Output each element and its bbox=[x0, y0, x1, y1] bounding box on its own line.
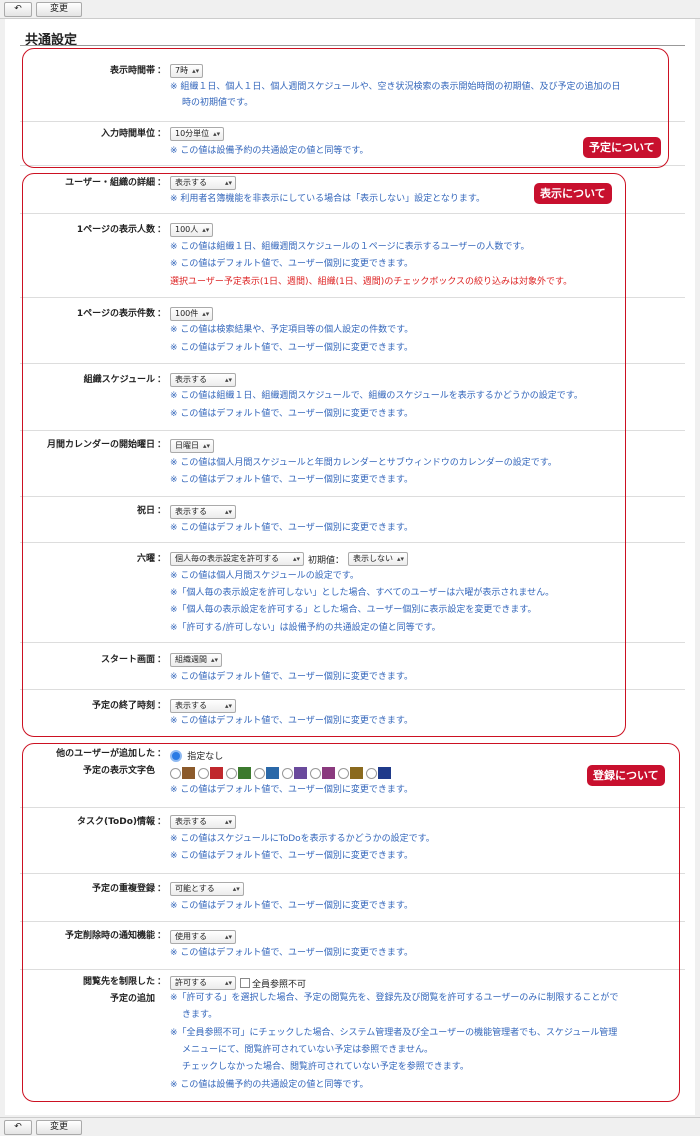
badge-schedule: 予定について bbox=[583, 137, 661, 158]
display-highlight-box bbox=[22, 173, 626, 737]
back-button-bottom[interactable]: ↶ bbox=[4, 1120, 32, 1135]
top-toolbar: ↶ 変更 bbox=[0, 0, 700, 19]
save-button-bottom[interactable]: 変更 bbox=[36, 1120, 82, 1135]
back-arrow-icon: ↶ bbox=[14, 4, 22, 14]
back-arrow-icon: ↶ bbox=[14, 1122, 22, 1132]
back-button[interactable]: ↶ bbox=[4, 2, 32, 17]
settings-panel: 共通設定 表示時間帯 ： 7時 ▴▾ ※ 組織１日、個人１日、個人週間スケジュール… bbox=[5, 19, 695, 1115]
badge-display: 表示について bbox=[534, 183, 612, 204]
title-divider bbox=[20, 45, 685, 46]
badge-register: 登録について bbox=[587, 765, 665, 786]
register-highlight-box bbox=[22, 743, 680, 1102]
schedule-highlight-box bbox=[22, 48, 669, 168]
bottom-toolbar: ↶ 変更 bbox=[0, 1117, 700, 1136]
save-button[interactable]: 変更 bbox=[36, 2, 82, 17]
